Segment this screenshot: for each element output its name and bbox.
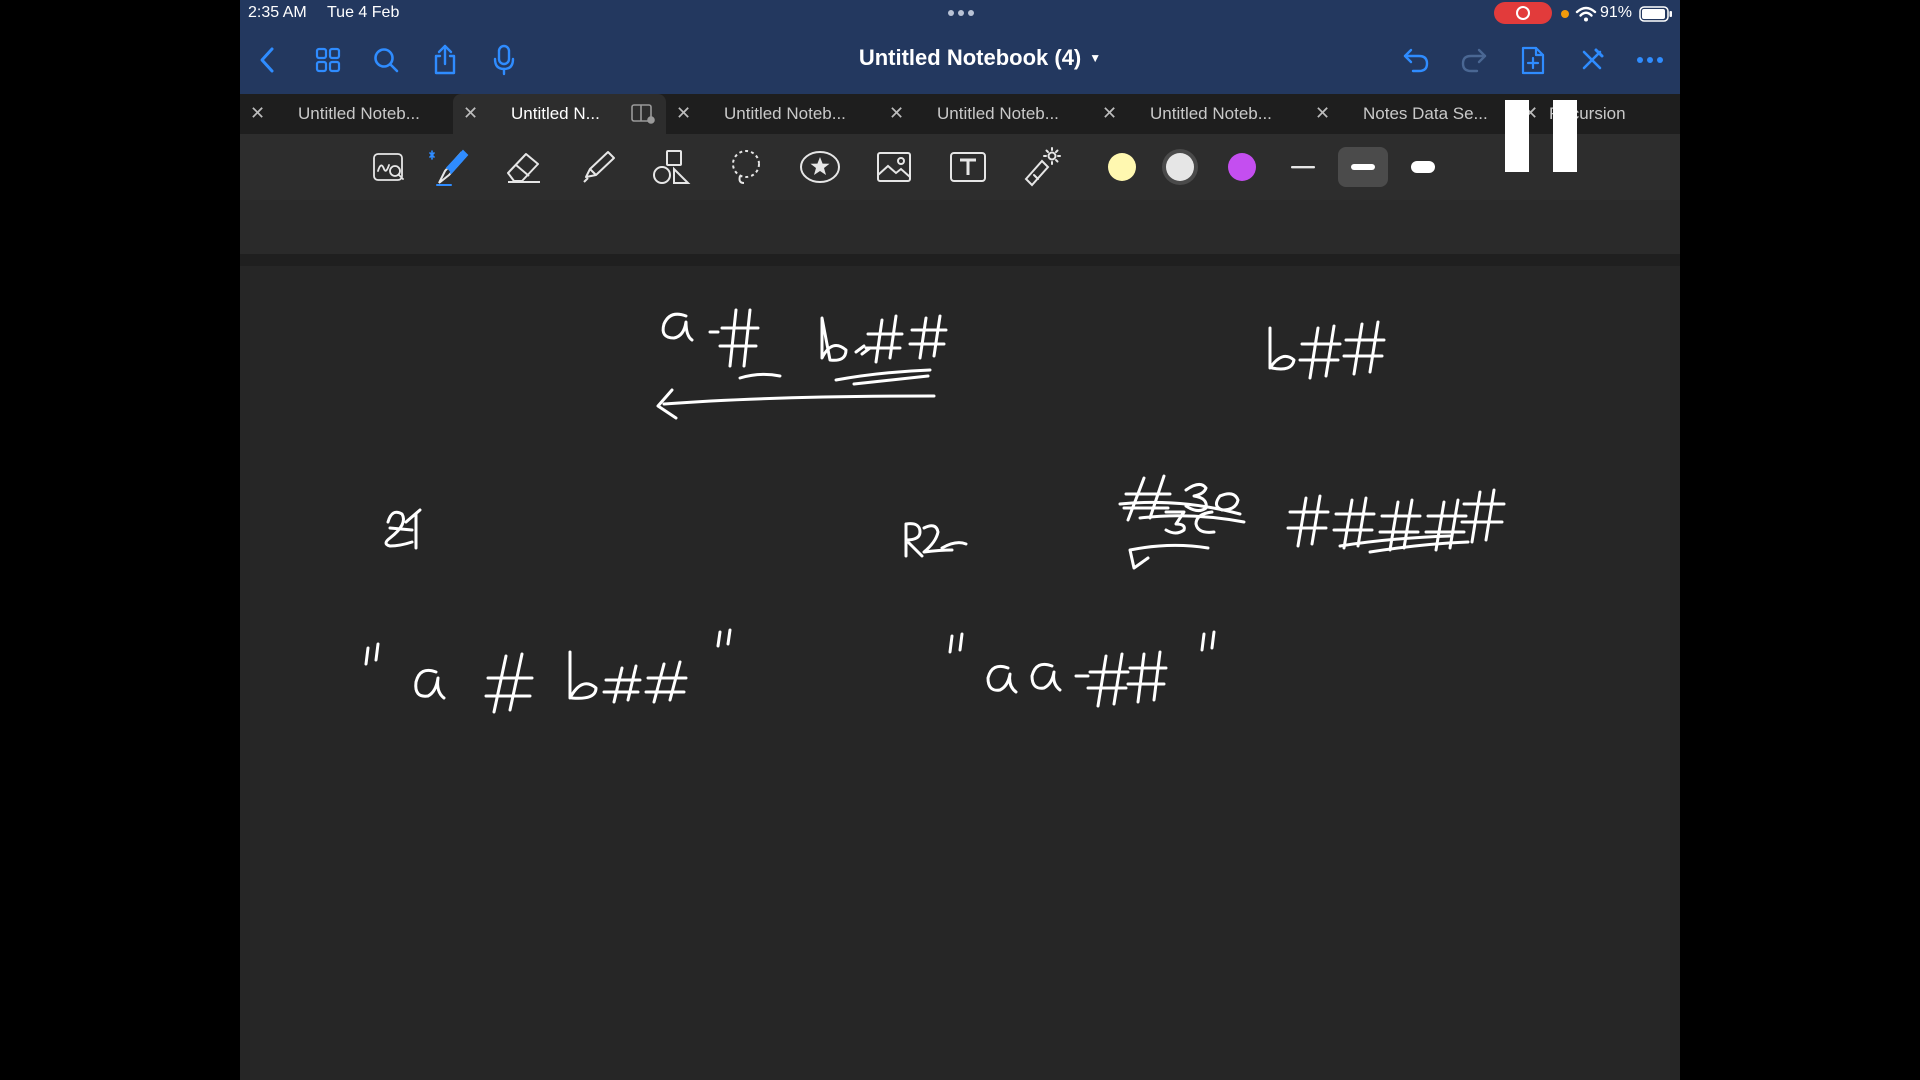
handwritten-b-hash-hash: [1268, 320, 1386, 380]
handwritten-quoted-a-hash-b-hash-hash: [364, 628, 732, 714]
text-tool[interactable]: [946, 147, 990, 187]
eraser-tool[interactable]: [502, 147, 546, 187]
split-view-icon[interactable]: [631, 104, 655, 124]
thickness-medium-selected[interactable]: [1338, 147, 1388, 187]
tab-notebook-3[interactable]: ✕ Untitled Noteb...: [666, 94, 879, 134]
search-button[interactable]: [368, 42, 404, 78]
close-tab-icon[interactable]: ✕: [463, 103, 478, 124]
tab-notebook-1[interactable]: ✕ Untitled Noteb...: [240, 94, 453, 134]
pen-color-yellow[interactable]: [1108, 153, 1136, 181]
zoom-window-tool[interactable]: [367, 147, 411, 187]
multitasking-dots-icon[interactable]: [948, 10, 974, 16]
pencil-only-toggle-button[interactable]: [1574, 42, 1610, 78]
pen-tool[interactable]: [427, 147, 471, 187]
screen-recording-icon[interactable]: [1494, 2, 1552, 24]
close-tab-icon[interactable]: ✕: [1315, 103, 1330, 124]
battery-percentage: 91%: [1600, 4, 1633, 21]
status-time: 2:35 AM: [248, 4, 307, 21]
handwritten-quoted-a-a-hash-hash: [948, 630, 1216, 708]
tab-bar: ✕ Untitled Noteb... ✕ Untitled N... ✕ Un…: [240, 94, 1680, 134]
battery-icon: [1639, 6, 1672, 22]
thickness-thin[interactable]: [1278, 147, 1328, 187]
close-tab-icon[interactable]: ✕: [250, 103, 265, 124]
tab-label: Untitled Noteb...: [937, 104, 1059, 123]
laser-pointer-tool[interactable]: [1020, 147, 1064, 187]
recording-overlay-bar: [1553, 100, 1577, 172]
tab-label: Untitled Noteb...: [1150, 104, 1272, 123]
pen-color-white-selected[interactable]: [1166, 153, 1194, 181]
handwritten-a-hash-b-hash-hash: [656, 308, 948, 420]
tab-recursion[interactable]: ✕ Recursion: [1523, 94, 1680, 134]
tab-label: Untitled Noteb...: [724, 104, 846, 123]
tab-notebook-4[interactable]: ✕ Untitled Noteb...: [879, 94, 1092, 134]
handwriting-canvas[interactable]: [240, 266, 1680, 1080]
undo-button[interactable]: [1398, 42, 1434, 78]
tab-notebook-5[interactable]: ✕ Untitled Noteb...: [1092, 94, 1305, 134]
handwritten-hash-30-5c: [1118, 474, 1246, 570]
pen-color-purple[interactable]: [1228, 153, 1256, 181]
close-tab-icon[interactable]: ✕: [889, 103, 904, 124]
shape-tool[interactable]: [650, 147, 694, 187]
share-button[interactable]: [427, 42, 463, 78]
more-options-button[interactable]: [1632, 42, 1668, 78]
tab-notebook-2-active[interactable]: ✕ Untitled N...: [453, 94, 666, 134]
mic-in-use-indicator-icon: [1561, 10, 1569, 18]
lasso-tool[interactable]: [724, 147, 768, 187]
redo-button[interactable]: [1456, 42, 1492, 78]
tab-label: Notes Data Se...: [1363, 104, 1488, 123]
handwritten-p1-scribble: [384, 508, 422, 550]
status-date: Tue 4 Feb: [327, 4, 400, 21]
notebook-title: Untitled Notebook (4): [858, 45, 1082, 70]
tab-label: Untitled Noteb...: [298, 104, 420, 123]
thickness-thick[interactable]: [1398, 147, 1448, 187]
handwritten-r2-scribble: [904, 522, 968, 558]
page-header-strip: [240, 200, 1680, 266]
top-bar: 2:35 AM Tue 4 Feb 91% Untitled Notebook …: [240, 0, 1680, 94]
image-tool[interactable]: [872, 147, 916, 187]
grid-view-button[interactable]: [310, 42, 346, 78]
close-tab-icon[interactable]: ✕: [1102, 103, 1117, 124]
back-button[interactable]: [250, 42, 286, 78]
highlighter-tool[interactable]: [576, 147, 620, 187]
notebook-title-button[interactable]: Untitled Notebook (4) ▼: [830, 45, 1130, 71]
wifi-icon: [1575, 6, 1597, 22]
elements-tool[interactable]: [798, 147, 842, 187]
chevron-down-icon: ▼: [1089, 51, 1102, 65]
close-tab-icon[interactable]: ✕: [676, 103, 691, 124]
handwritten-hash-row-crossed: [1286, 488, 1506, 554]
app-screen: 2:35 AM Tue 4 Feb 91% Untitled Notebook …: [240, 0, 1680, 1080]
add-page-button[interactable]: [1515, 42, 1551, 78]
tab-label: Untitled N...: [511, 104, 600, 123]
recording-overlay-bar: [1505, 100, 1529, 172]
drawing-toolbar: [240, 134, 1680, 200]
microphone-button[interactable]: [486, 42, 522, 78]
tab-notes-data[interactable]: ✕ Notes Data Se...: [1305, 94, 1518, 134]
